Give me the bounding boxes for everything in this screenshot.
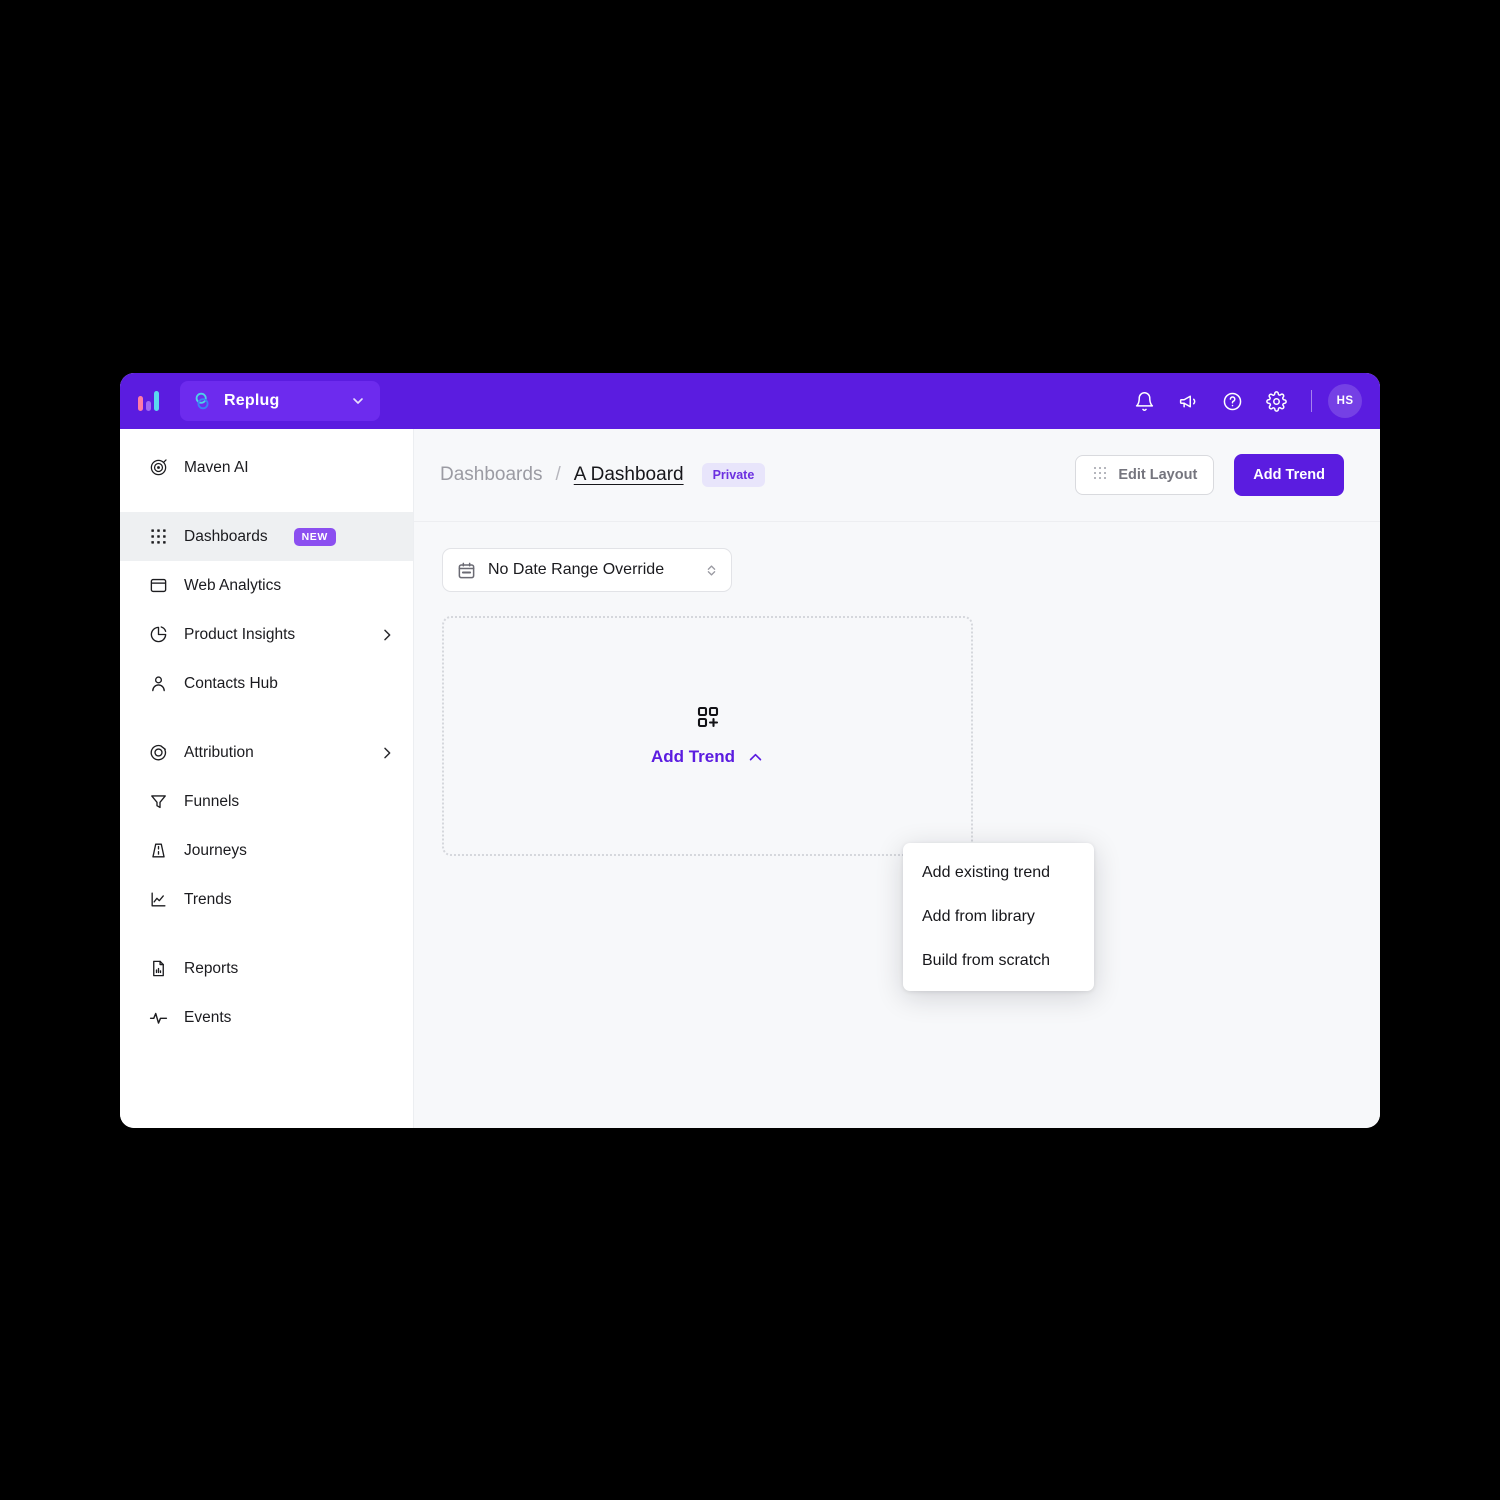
grid-dots-icon: [148, 527, 168, 547]
breadcrumb-current-dashboard[interactable]: A Dashboard: [574, 464, 684, 486]
pie-chart-icon: [148, 625, 168, 645]
dropzone-add-trend-button[interactable]: Add Trend: [651, 747, 764, 767]
sidebar-item-product-insights[interactable]: Product Insights: [120, 610, 413, 659]
line-chart-icon: [148, 890, 168, 910]
grid-dots-icon: [1092, 465, 1108, 486]
menu-item-build-from-scratch[interactable]: Build from scratch: [903, 939, 1094, 983]
target-icon: [148, 743, 168, 763]
breadcrumb-dashboards-link[interactable]: Dashboards: [440, 464, 542, 486]
workspace-name: Replug: [224, 392, 280, 409]
chevron-right-icon[interactable]: [379, 627, 395, 643]
sidebar-item-label: Journeys: [184, 841, 247, 859]
funnel-icon: [148, 792, 168, 812]
avatar-initials: HS: [1336, 395, 1354, 407]
chevron-right-icon[interactable]: [379, 745, 395, 761]
sidebar-item-contacts-hub[interactable]: Contacts Hub: [120, 659, 413, 708]
sidebar-item-label: Product Insights: [184, 625, 296, 643]
sidebar-item-journeys[interactable]: Journeys: [120, 826, 413, 875]
chevron-down-icon: [350, 393, 366, 409]
page-header: Dashboards / A Dashboard Private Edit La…: [414, 429, 1380, 522]
dropzone-add-trend-label: Add Trend: [650, 747, 736, 766]
status-badge-private: Private: [701, 463, 766, 487]
browser-window-icon: [148, 576, 168, 596]
chevron-up-icon: [747, 749, 764, 766]
chevron-updown-icon: [704, 563, 719, 578]
edit-layout-label: Edit Layout: [1118, 467, 1198, 483]
sidebar-item-funnels[interactable]: Funnels: [120, 777, 413, 826]
empty-dashboard-dropzone: Add Trend: [442, 616, 973, 856]
add-widget-icon: [696, 705, 720, 729]
sidebar-item-label: Contacts Hub: [184, 674, 278, 692]
bell-icon[interactable]: [1125, 382, 1163, 420]
sidebar-item-label: Reports: [184, 959, 239, 977]
toolbar-divider: [1311, 390, 1312, 412]
topbar-actions: HS: [1125, 382, 1380, 420]
sidebar-item-web-analytics[interactable]: Web Analytics: [120, 561, 413, 610]
add-trend-button[interactable]: Add Trend: [1234, 454, 1344, 496]
body: Maven AI Dashboards NEW Web Analytics Produc…: [120, 429, 1380, 1128]
header-actions: Edit Layout Add Trend: [1075, 454, 1344, 496]
maven-ai-icon: [148, 458, 168, 478]
gear-icon[interactable]: [1257, 382, 1295, 420]
sidebar-item-attribution[interactable]: Attribution: [120, 728, 413, 777]
top-navigation-bar: Replug HS: [120, 373, 1380, 429]
sidebar-item-new-badge: NEW: [293, 527, 336, 546]
sidebar-item-label: Dashboards: [184, 527, 268, 545]
content-area: No Date Range Override Add Trend Add exi…: [414, 522, 1380, 991]
app-window: Replug HS Maven AI Dashboards NEW Web An…: [120, 373, 1380, 1128]
sidebar-item-label: Trends: [184, 890, 232, 908]
sidebar-item-maven-ai[interactable]: Maven AI: [120, 443, 413, 492]
add-trend-dropdown-menu: Add existing trend Add from library Build …: [903, 843, 1094, 991]
menu-item-add-from-library[interactable]: Add from library: [903, 895, 1094, 939]
sidebar-item-label: Web Analytics: [184, 576, 282, 594]
calendar-icon: [457, 561, 476, 580]
main-content: Dashboards / A Dashboard Private Edit La…: [414, 429, 1380, 1128]
sidebar-item-dashboards[interactable]: Dashboards NEW: [120, 512, 413, 561]
sidebar-item-reports[interactable]: Reports: [120, 944, 413, 993]
replug-logo-icon: [192, 390, 214, 412]
activity-pulse-icon: [148, 1008, 168, 1028]
sidebar: Maven AI Dashboards NEW Web Analytics Produc…: [120, 429, 414, 1128]
edit-layout-button[interactable]: Edit Layout: [1075, 455, 1215, 495]
sidebar-item-label: Attribution: [184, 743, 254, 761]
sidebar-item-label: Funnels: [184, 792, 240, 810]
sidebar-item-events[interactable]: Events: [120, 993, 413, 1042]
breadcrumb-separator: /: [555, 464, 561, 485]
sidebar-item-label: Events: [184, 1008, 232, 1026]
bar-chart-logo-icon[interactable]: [120, 373, 176, 429]
megaphone-icon[interactable]: [1169, 382, 1207, 420]
avatar[interactable]: HS: [1328, 384, 1362, 418]
date-range-value: No Date Range Override: [488, 561, 665, 578]
road-icon: [148, 841, 168, 861]
menu-item-add-existing-trend[interactable]: Add existing trend: [903, 851, 1094, 895]
logo-bars: [137, 391, 159, 411]
sidebar-item-trends[interactable]: Trends: [120, 875, 413, 924]
date-range-override-select[interactable]: No Date Range Override: [442, 548, 732, 592]
breadcrumb: Dashboards / A Dashboard Private: [440, 463, 766, 487]
question-circle-icon[interactable]: [1213, 382, 1251, 420]
person-icon: [148, 674, 168, 694]
sidebar-item-label: Maven AI: [184, 458, 249, 476]
workspace-switcher[interactable]: Replug: [180, 381, 380, 421]
report-document-icon: [148, 959, 168, 979]
